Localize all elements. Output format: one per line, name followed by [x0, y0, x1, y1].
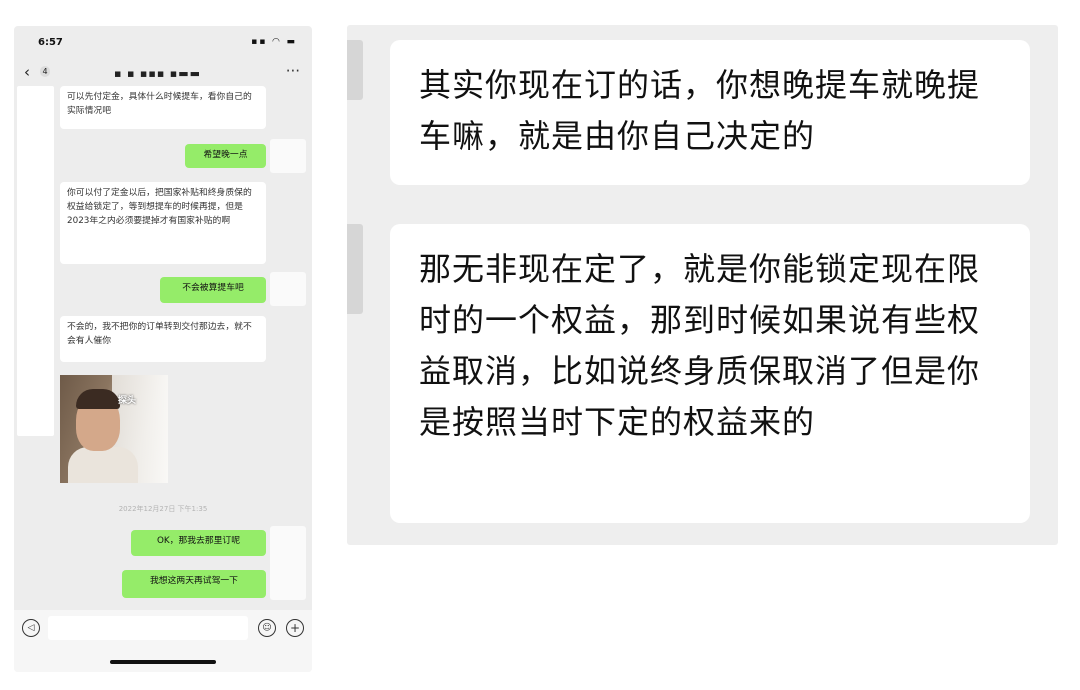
phone-screenshot: 6:57 ▪▪ ◠ ▬ ‹ 4 ▪ ▪ ▪▪▪ ▪▬▬ ··· 可以先付定金，具…	[14, 26, 312, 672]
chat-image-photo[interactable]: 探头	[60, 375, 168, 483]
photo-child-body	[68, 447, 138, 483]
message-input[interactable]	[48, 616, 248, 640]
status-time: 6:57	[38, 37, 63, 48]
plus-icon[interactable]: +	[286, 619, 304, 637]
status-icons: ▪▪ ◠ ▬	[251, 37, 297, 47]
contact-avatar-redacted	[347, 224, 363, 314]
ellipsis-icon[interactable]: ···	[286, 62, 300, 80]
chat-message: 不会的，我不把你的订单转到交付那边去，就不会有人催你	[60, 316, 266, 362]
chat-message: 你可以付了定金以后，把国家补贴和终身质保的权益给锁定了，等到想提车的时候再提，但…	[60, 182, 266, 264]
enlarged-message: 那无非现在定了，就是你能锁定现在限时的一个权益，那到时候如果说有些权益取消，比如…	[390, 224, 1030, 523]
enlarged-messages-panel: 其实你现在订的话，你想晚提车就晚提车嘛，就是由你自己决定的 那无非现在定了，就是…	[347, 25, 1058, 545]
unread-badge: 4	[40, 66, 50, 77]
chat-message: OK，那我去那里订呢	[131, 530, 266, 556]
chat-message: 我想这两天再试驾一下	[122, 570, 266, 598]
enlarged-message: 其实你现在订的话，你想晚提车就晚提车嘛，就是由你自己决定的	[390, 40, 1030, 185]
photo-child-hair	[76, 389, 120, 409]
photo-sticker-text: 探头	[118, 396, 137, 406]
chat-message: 不会被算提车吧	[160, 277, 266, 303]
chat-title-redacted: ▪ ▪ ▪▪▪ ▪▬▬	[114, 67, 202, 80]
chat-message: 可以先付定金，具体什么时候提车，看你自己的实际情况吧	[60, 86, 266, 129]
emoji-icon[interactable]: ☺	[258, 619, 276, 637]
chat-message: 希望晚一点	[185, 144, 266, 168]
chevron-left-icon[interactable]: ‹	[24, 63, 30, 81]
home-indicator	[110, 660, 216, 664]
voice-icon[interactable]: ◁	[22, 619, 40, 637]
chat-timestamp: 2022年12月27日 下午1:35	[118, 505, 208, 513]
self-avatar-redacted	[270, 272, 306, 306]
contact-avatar-redacted	[347, 40, 363, 100]
self-avatar-redacted	[270, 139, 306, 173]
self-avatar-redacted	[270, 526, 306, 600]
contact-avatar-redacted	[17, 86, 54, 436]
chat-input-bar: ◁ ☺ +	[14, 610, 312, 672]
chat-nav-bar: ‹ 4 ▪ ▪ ▪▪▪ ▪▬▬ ···	[14, 62, 312, 86]
status-bar: 6:57 ▪▪ ◠ ▬	[14, 34, 312, 52]
